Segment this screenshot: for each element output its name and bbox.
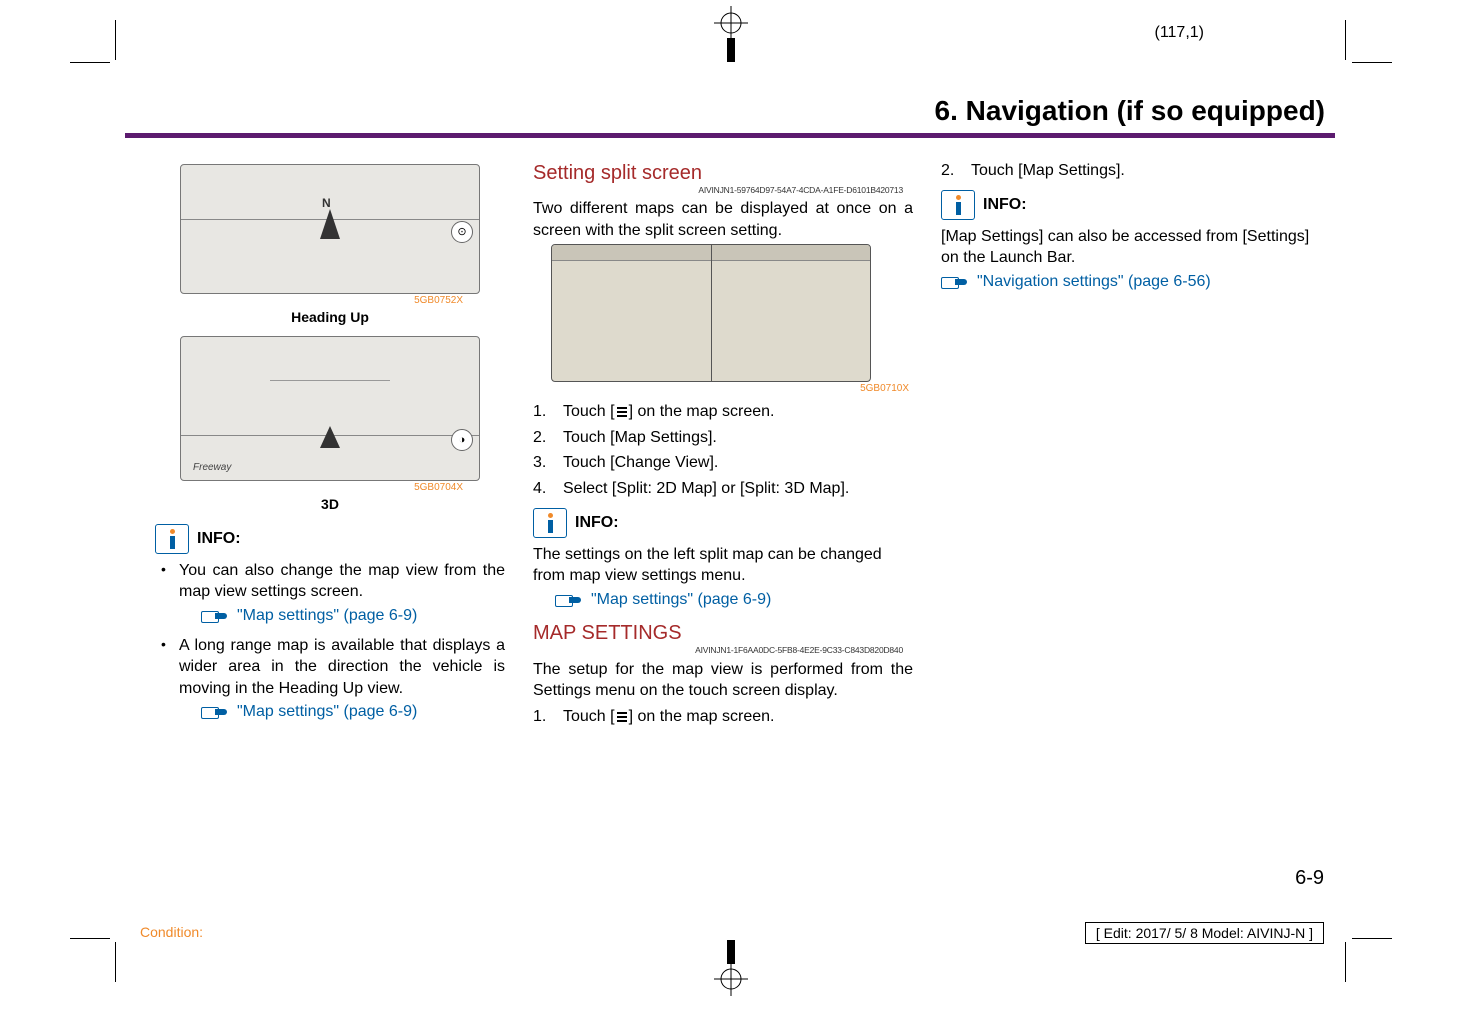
page-content: 6. Navigation (if so equipped) N ⊙ 5GB07… <box>125 95 1335 855</box>
column-1: N ⊙ 5GB0752X Heading Up ◑ Freeway 5GB070… <box>125 160 505 732</box>
info-icon <box>155 524 189 554</box>
info-heading: INFO: <box>941 190 1321 220</box>
step-item: Touch [Map Settings]. <box>533 427 913 449</box>
step-text: Select [Split: 2D Map] or [Split: 3D Map… <box>563 480 849 497</box>
list-item: You can also change the map view from th… <box>157 560 505 627</box>
figure-id: 5GB0710X <box>533 382 909 396</box>
steps-list: Touch [ ] on the map screen. Touch [Map S… <box>533 401 913 499</box>
pointing-hand-icon <box>555 592 585 608</box>
xref-link: "Map settings" (page 6-9) <box>591 589 771 611</box>
bullet-text: A long range map is available that displ… <box>179 635 505 700</box>
cross-reference: "Navigation settings" (page 6-56) <box>941 271 1321 293</box>
page-coordinate: (117,1) <box>1154 24 1204 42</box>
chapter-title: 6. Navigation (if so equipped) <box>125 95 1335 127</box>
registration-stem <box>727 940 735 964</box>
compass-icon: N <box>308 207 352 251</box>
map-heading-up-figure: N ⊙ <box>180 164 480 294</box>
edit-info-box: [ Edit: 2017/ 5/ 8 Model: AIVINJ-N ] <box>1085 922 1324 944</box>
crop-mark <box>70 938 110 939</box>
xref-link: "Navigation settings" (page 6-56) <box>977 271 1211 293</box>
figure-id: 5GB0704X <box>155 481 463 495</box>
step-text: Touch [Change View]. <box>563 454 718 471</box>
step-text: Touch [Map Settings]. <box>971 162 1125 179</box>
paragraph: The settings on the left split map can b… <box>533 544 913 587</box>
subheading-split-screen: Setting split screen <box>533 160 913 187</box>
pointing-hand-icon <box>201 704 231 720</box>
menu-icon <box>615 711 629 723</box>
cross-reference: "Map settings" (page 6-9) <box>179 605 505 627</box>
map-scribble: Freeway <box>193 461 231 475</box>
crop-mark <box>1345 20 1346 60</box>
info-icon <box>941 190 975 220</box>
step-text-pre: Touch [ <box>563 403 615 420</box>
compass-icon <box>308 424 352 468</box>
steps-list: Touch [ ] on the map screen. <box>533 706 913 728</box>
step-item: Select [Split: 2D Map] or [Split: 3D Map… <box>533 478 913 500</box>
step-item: Touch [ ] on the map screen. <box>533 706 913 728</box>
crop-mark <box>1352 62 1392 63</box>
step-item: Touch [ ] on the map screen. <box>533 401 913 423</box>
column-2: Setting split screen AIVINJN1-59764D97-5… <box>533 160 913 732</box>
menu-icon <box>615 406 629 418</box>
figure-caption: 3D <box>155 495 505 514</box>
step-text-post: ] on the map screen. <box>629 708 775 725</box>
crop-mark <box>115 942 116 982</box>
step-item: Touch [Map Settings]. <box>941 160 1321 182</box>
figure-id: 5GB0752X <box>155 294 463 308</box>
column-3: Touch [Map Settings]. INFO: [Map Setting… <box>941 160 1321 732</box>
bullet-text: You can also change the map view from th… <box>179 560 505 603</box>
step-item: Touch [Change View]. <box>533 452 913 474</box>
document-page: (117,1) 6. Navigation (if so equipped) N… <box>0 0 1464 1010</box>
crop-mark <box>1345 942 1346 982</box>
guid-code: AIVINJN1-1F6AA0DC-5FB8-4E2E-9C33-C843D82… <box>533 645 913 656</box>
info-heading: INFO: <box>155 524 505 554</box>
info-label: INFO: <box>983 194 1027 216</box>
step-text: Touch [Map Settings]. <box>563 429 717 446</box>
paragraph: Two different maps can be displayed at o… <box>533 198 913 241</box>
split-screen-figure <box>551 244 871 382</box>
north-up-icon: ⊙ <box>451 221 473 243</box>
pointing-hand-icon <box>201 608 231 624</box>
info-label: INFO: <box>575 512 619 534</box>
step-text-pre: Touch [ <box>563 708 615 725</box>
xref-link: "Map settings" (page 6-9) <box>237 701 417 723</box>
list-item: A long range map is available that displ… <box>157 635 505 723</box>
condition-label: Condition: <box>140 924 203 940</box>
pointing-hand-icon <box>941 274 971 290</box>
chapter-rule <box>125 133 1335 138</box>
columns: N ⊙ 5GB0752X Heading Up ◑ Freeway 5GB070… <box>125 160 1335 732</box>
map-3d-figure: ◑ Freeway <box>180 336 480 481</box>
north-up-icon: ◑ <box>451 429 473 451</box>
registration-mark-icon <box>714 962 748 996</box>
crop-mark <box>115 20 116 60</box>
crop-mark <box>70 62 110 63</box>
info-heading: INFO: <box>533 508 913 538</box>
subheading-map-settings: MAP SETTINGS <box>533 620 913 647</box>
paragraph: The setup for the map view is performed … <box>533 659 913 702</box>
crop-mark <box>1352 938 1392 939</box>
registration-stem <box>727 38 735 62</box>
xref-link: "Map settings" (page 6-9) <box>237 605 417 627</box>
step-text-post: ] on the map screen. <box>629 403 775 420</box>
cross-reference: "Map settings" (page 6-9) <box>533 589 913 611</box>
registration-mark-icon <box>714 6 748 40</box>
page-number: 6-9 <box>1295 867 1324 890</box>
paragraph: [Map Settings] can also be accessed from… <box>941 226 1321 269</box>
steps-list-continued: Touch [Map Settings]. <box>941 160 1321 182</box>
cross-reference: "Map settings" (page 6-9) <box>179 701 505 723</box>
info-bullet-list: You can also change the map view from th… <box>155 560 505 723</box>
figure-caption: Heading Up <box>155 308 505 327</box>
info-label: INFO: <box>197 528 241 550</box>
info-icon <box>533 508 567 538</box>
